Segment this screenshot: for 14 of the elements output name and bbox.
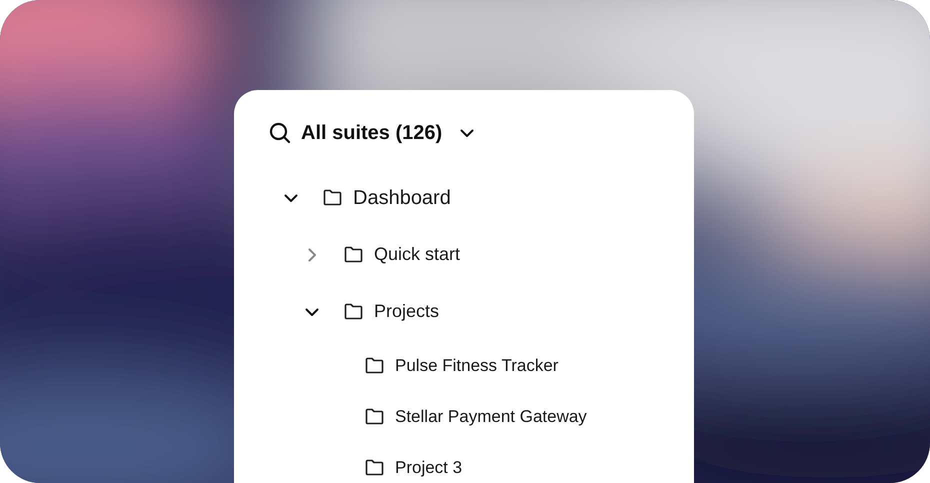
folder-icon bbox=[323, 189, 342, 206]
tree-item-label[interactable]: Stellar Payment Gateway bbox=[395, 404, 587, 430]
tree-item-label[interactable]: Quick start bbox=[374, 241, 460, 268]
folder-icon bbox=[344, 246, 363, 263]
tree-item-label[interactable]: Dashboard bbox=[353, 182, 451, 212]
search-icon[interactable] bbox=[268, 121, 292, 145]
folder-icon bbox=[344, 303, 363, 320]
tree-item-label[interactable]: Project 3 bbox=[395, 454, 462, 480]
suites-title[interactable]: All suites (126) bbox=[301, 118, 442, 148]
folder-icon bbox=[365, 459, 384, 476]
tree-item-label[interactable]: Projects bbox=[374, 298, 440, 325]
folder-icon bbox=[365, 357, 384, 374]
folder-icon bbox=[365, 408, 384, 425]
tree-item-label[interactable]: Pulse Fitness Tracker bbox=[395, 352, 558, 378]
